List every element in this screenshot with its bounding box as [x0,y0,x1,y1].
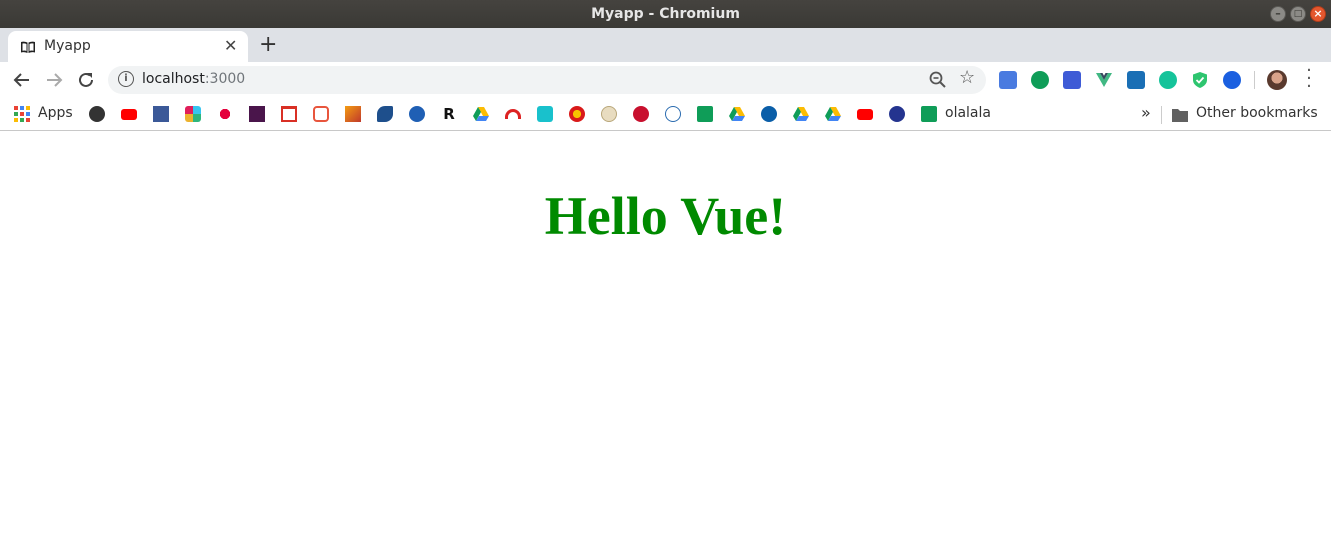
page-content: Hello Vue! [0,132,1331,557]
zoom-out-icon[interactable] [928,70,948,90]
oth-icon[interactable] [761,106,777,122]
extension-wallet-icon[interactable] [1063,71,1081,89]
facebook-icon[interactable] [153,106,169,122]
slack-workspace-icon[interactable] [249,106,265,122]
seal-icon[interactable] [601,106,617,122]
new-tab-button[interactable]: + [259,32,277,57]
hangouts-icon[interactable] [1031,71,1049,89]
bookmarks-bar: Apps R olalala » Other bookmarks [0,98,1331,131]
tab-close-icon[interactable]: ✕ [224,36,237,55]
minimize-icon: – [1275,7,1281,20]
red-circle-icon[interactable] [633,106,649,122]
slack-icon[interactable] [185,106,201,122]
back-arrow-icon[interactable] [10,68,34,92]
profile-avatar[interactable] [1267,70,1287,90]
menu-dots-icon[interactable]: · · · [1304,62,1314,96]
globe-icon[interactable] [89,106,105,122]
youtube-icon[interactable] [857,109,873,120]
phpmyadmin-icon[interactable] [345,106,361,122]
close-window-button[interactable]: × [1310,6,1326,22]
minimize-button[interactable]: – [1270,6,1286,22]
maximize-button[interactable]: □ [1290,6,1306,22]
browser-toolbar: i localhost:3000 ☆ · · · [0,62,1331,98]
google-sheets-icon[interactable] [697,106,713,122]
tab-title: Myapp [44,38,91,54]
google-drive-icon[interactable] [473,106,489,122]
shield-icon[interactable] [1191,71,1209,89]
arch-icon[interactable] [505,109,521,119]
emblem-icon[interactable] [569,106,585,122]
laravel-icon[interactable] [313,106,329,122]
page-heading: Hello Vue! [544,186,787,246]
bookmarks-separator [1161,106,1162,124]
google-translate-icon[interactable] [999,71,1017,89]
reload-icon[interactable] [74,68,98,92]
uet-icon[interactable] [665,106,681,122]
url-text[interactable]: localhost:3000 [142,71,245,87]
maximize-icon: □ [1293,9,1303,19]
tab-myapp[interactable]: Myapp ✕ [8,31,248,62]
asana-icon[interactable] [217,106,233,122]
bookmark-blue-circle-icon[interactable] [409,106,425,122]
navy-circle-icon[interactable] [889,106,905,122]
other-bookmarks-label[interactable]: Other bookmarks [1196,105,1318,121]
google-drive-icon[interactable] [825,106,841,122]
apps-grid-icon[interactable] [14,106,30,122]
grammarly-icon[interactable] [1159,71,1177,89]
screenshot-icon[interactable] [1127,71,1145,89]
close-icon: × [1313,7,1323,20]
udemy-icon[interactable] [537,106,553,122]
window-title: Myapp - Chromium [591,6,740,22]
book-icon [21,41,35,53]
google-drive-icon[interactable] [793,106,809,122]
gmail-icon[interactable] [281,106,297,122]
info-icon[interactable]: i [118,71,134,87]
bookmark-apps-label[interactable]: Apps [38,105,73,121]
bookmark-ext-icon[interactable] [1223,71,1241,89]
google-sheets-icon[interactable] [921,106,937,122]
window-titlebar: Myapp - Chromium – □ × [0,0,1331,28]
forward-arrow-icon[interactable] [42,68,66,92]
youtube-icon[interactable] [121,109,137,120]
url-port: :3000 [204,71,246,87]
tab-strip: Myapp ✕ + [0,28,1331,62]
bookmark-site-icon[interactable] [377,106,393,122]
folder-icon[interactable] [1172,107,1188,123]
bookmark-star-icon[interactable]: ☆ [959,67,975,88]
bookmark-olalala[interactable]: olalala [945,105,991,121]
address-bar[interactable]: i localhost:3000 ☆ [108,66,986,94]
toolbar-separator [1254,71,1255,89]
google-drive-icon[interactable] [729,106,745,122]
r-icon[interactable]: R [441,106,457,122]
bookmarks-overflow-icon[interactable]: » [1141,103,1151,122]
vue-devtools-icon[interactable] [1095,71,1113,89]
url-host: localhost [142,71,205,87]
